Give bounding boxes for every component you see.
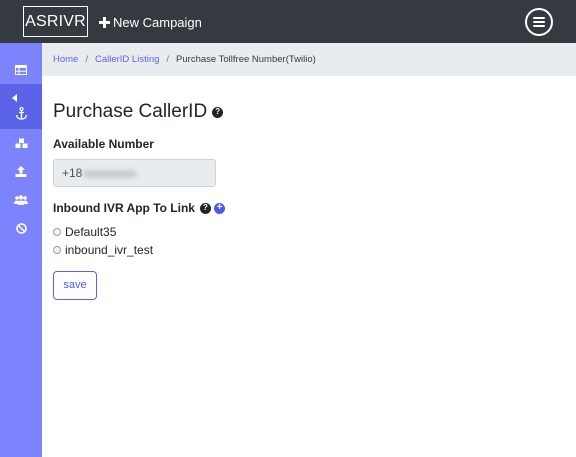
breadcrumb-separator: /	[166, 54, 170, 65]
sidebar-item-dashboard[interactable]	[0, 56, 42, 84]
ban-icon	[15, 222, 27, 234]
sidebar-item-apps[interactable]	[0, 129, 42, 157]
cubes-icon	[15, 138, 27, 148]
breadcrumb-home[interactable]: Home	[53, 54, 78, 65]
radio-button[interactable]	[53, 228, 61, 236]
brand-logo[interactable]: ASRIVR	[23, 6, 88, 37]
save-button[interactable]: save	[53, 271, 97, 300]
sidebar-item-callerid[interactable]	[0, 84, 42, 129]
page-title-text: Purchase CallerID	[53, 101, 208, 122]
users-icon	[14, 195, 28, 205]
upload-icon	[15, 165, 27, 177]
breadcrumb-separator: /	[85, 54, 88, 65]
table-icon	[15, 65, 27, 75]
inbound-ivr-label-text: Inbound IVR App To Link	[53, 201, 195, 215]
top-navbar: ASRIVR New Campaign	[0, 0, 576, 43]
available-number-label: Available Number	[53, 137, 154, 151]
sidebar-item-users[interactable]	[0, 186, 42, 214]
menu-button[interactable]	[525, 8, 553, 36]
app-option-label: Default35	[65, 225, 117, 239]
available-number-field[interactable]: +18	[53, 159, 216, 187]
new-campaign-link[interactable]: New Campaign	[99, 14, 202, 30]
new-campaign-label: New Campaign	[113, 14, 202, 30]
breadcrumb-current: Purchase Tollfree Number(Twilio)	[176, 54, 316, 65]
breadcrumb: Home / CallerID Listing / Purchase Tollf…	[42, 43, 576, 76]
sidebar-item-blocked[interactable]	[0, 214, 42, 242]
breadcrumb-callerid-listing[interactable]: CallerID Listing	[95, 54, 159, 65]
available-number-value: +18	[62, 166, 83, 180]
app-option-label: inbound_ivr_test	[65, 243, 154, 257]
help-icon[interactable]: ?	[199, 202, 211, 214]
redacted-number	[83, 169, 138, 178]
inbound-ivr-label: Inbound IVR App To Link ? +	[53, 201, 225, 215]
hamburger-icon	[533, 17, 545, 19]
sidebar-item-upload[interactable]	[0, 157, 42, 185]
help-icon[interactable]: ?	[212, 106, 224, 118]
app-option-default35[interactable]: Default35	[53, 225, 116, 239]
app-option-inbound-ivr-test[interactable]: inbound_ivr_test	[53, 243, 153, 257]
caret-left-icon	[12, 94, 17, 102]
page-title: Purchase CallerID ?	[53, 101, 224, 123]
sidebar	[0, 43, 42, 457]
add-circle-icon[interactable]: +	[213, 202, 225, 214]
plus-icon	[99, 16, 110, 28]
radio-button[interactable]	[53, 246, 61, 254]
anchor-icon	[15, 107, 27, 120]
